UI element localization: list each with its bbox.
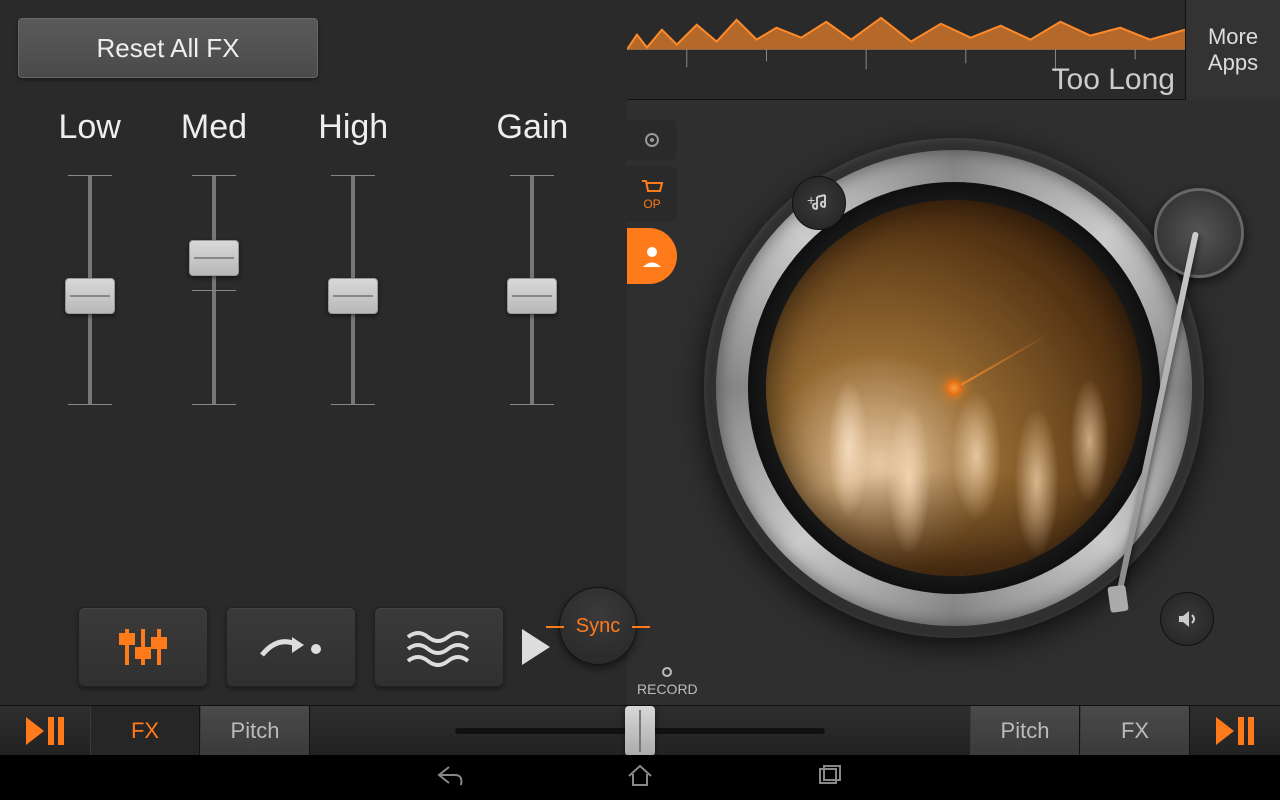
record-button[interactable]: RECORD (637, 667, 698, 697)
back-button[interactable] (435, 763, 465, 792)
eq-label-high: High (318, 108, 388, 147)
eq-label-gain: Gain (497, 108, 569, 147)
home-button[interactable] (625, 763, 655, 792)
eq-label-low: Low (58, 108, 120, 147)
crossfader[interactable] (310, 706, 970, 756)
play-pause-right[interactable] (1190, 715, 1280, 747)
monitor-button[interactable] (1160, 592, 1214, 646)
eq-label-med: Med (181, 108, 247, 147)
eq-sliders: Low Med High G (0, 78, 627, 415)
fx-redo-button[interactable] (226, 607, 356, 687)
fx-eq-button[interactable] (78, 607, 208, 687)
pitch-tab-left[interactable]: Pitch (200, 706, 310, 756)
eq-slider-low[interactable] (60, 165, 120, 415)
sync-button[interactable]: Sync (559, 587, 637, 665)
spindle-icon (946, 380, 962, 396)
shop-button[interactable]: OP (627, 166, 677, 222)
gain-slider[interactable] (502, 165, 562, 415)
fx-next-icon[interactable] (522, 629, 550, 665)
fx-tab-left[interactable]: FX (90, 706, 200, 756)
eq-slider-high[interactable] (323, 165, 383, 415)
more-apps-button[interactable]: More Apps (1185, 0, 1280, 100)
pitch-tab-right[interactable]: Pitch (970, 706, 1080, 756)
profile-button[interactable] (627, 228, 677, 284)
recents-button[interactable] (815, 763, 845, 792)
reset-all-fx-button[interactable]: Reset All FX (18, 18, 318, 78)
deck-panel: Too Long More Apps OP + (627, 0, 1280, 705)
turntable[interactable]: + (704, 138, 1204, 638)
fx-panel: Reset All FX Low Med High (0, 0, 627, 705)
fx-tab-right[interactable]: FX (1080, 706, 1190, 756)
transport-bar: FX Pitch Pitch FX (0, 705, 1280, 755)
tonearm-base (1154, 188, 1244, 278)
android-nav-bar (0, 755, 1280, 800)
play-pause-left[interactable] (0, 715, 90, 747)
add-track-button[interactable]: + (792, 176, 846, 230)
fx-flanger-button[interactable] (374, 607, 504, 687)
settings-icon[interactable] (627, 120, 677, 160)
track-title: Too Long (1052, 63, 1175, 97)
eq-slider-med[interactable] (184, 165, 244, 415)
waveform[interactable]: Too Long (627, 0, 1185, 100)
